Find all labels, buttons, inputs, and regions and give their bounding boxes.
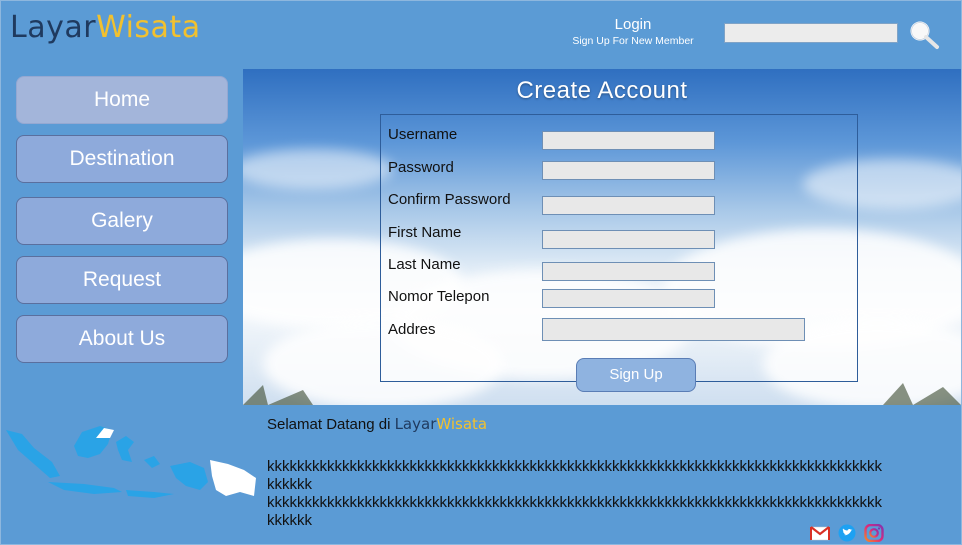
- body-line-2: kkkkkkkkkkkkkkkkkkkkkkkkkkkkkkkkkkkkkkkk…: [267, 494, 882, 529]
- welcome-prefix: Selamat Datang di: [267, 416, 395, 433]
- last-name-field[interactable]: [542, 262, 715, 281]
- first-name-field[interactable]: [542, 230, 715, 249]
- password-label: Password: [388, 159, 454, 176]
- phone-label: Nomor Telepon: [388, 288, 490, 305]
- gmail-icon[interactable]: [810, 524, 830, 542]
- body-text: kkkkkkkkkkkkkkkkkkkkkkkkkkkkkkkkkkkkkkkk…: [267, 458, 887, 530]
- welcome-brand-layar: Layar: [394, 415, 437, 433]
- nav-galery-button[interactable]: Galery: [16, 197, 228, 245]
- last-name-label: Last Name: [388, 256, 461, 273]
- search-input[interactable]: [724, 23, 898, 43]
- login-area: Login Sign Up For New Member: [560, 16, 706, 47]
- body-line-1: kkkkkkkkkkkkkkkkkkkkkkkkkkkkkkkkkkkkkkkk…: [267, 458, 882, 493]
- welcome-brand-wisata: Wisata: [436, 415, 488, 433]
- username-field[interactable]: [542, 131, 715, 150]
- confirm-password-field[interactable]: [542, 196, 715, 215]
- address-field[interactable]: [542, 318, 805, 341]
- welcome-text: Selamat Datang di LayarWisata: [267, 415, 487, 433]
- nav-request-button[interactable]: Request: [16, 256, 228, 304]
- signup-button[interactable]: Sign Up: [576, 358, 696, 392]
- password-field[interactable]: [542, 161, 715, 180]
- signup-link[interactable]: Sign Up For New Member: [560, 35, 706, 47]
- login-link[interactable]: Login: [560, 16, 706, 33]
- logo-part-layar: Layar: [10, 10, 97, 45]
- site-logo[interactable]: LayarWisata: [10, 10, 201, 45]
- username-label: Username: [388, 126, 458, 143]
- confirm-password-label: Confirm Password: [388, 191, 511, 208]
- nav-home-button[interactable]: Home: [16, 76, 228, 124]
- search-icon[interactable]: [908, 20, 940, 50]
- phone-field[interactable]: [542, 289, 715, 308]
- address-label: Addres: [388, 321, 436, 338]
- instagram-icon[interactable]: [864, 524, 884, 542]
- nav-about-us-button[interactable]: About Us: [16, 315, 228, 363]
- twitter-icon[interactable]: [837, 524, 857, 542]
- nav-destination-button[interactable]: Destination: [16, 135, 228, 183]
- indonesia-map-image: [6, 426, 256, 498]
- hero-sky-panel: Create Account Username Password Confirm…: [243, 69, 961, 405]
- first-name-label: First Name: [388, 224, 462, 241]
- form-title: Create Account: [516, 77, 688, 104]
- logo-part-wisata: Wisata: [96, 10, 201, 45]
